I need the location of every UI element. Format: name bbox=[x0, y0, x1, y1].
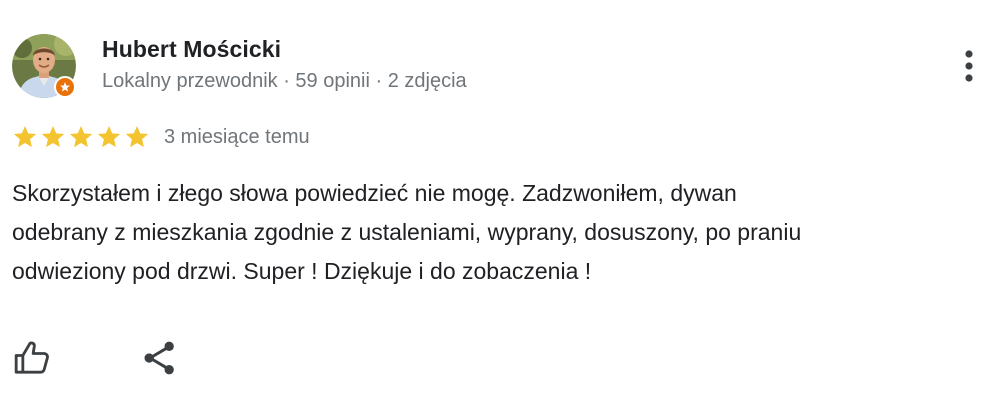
reviewer-avatar[interactable] bbox=[12, 34, 76, 98]
star-icon bbox=[125, 125, 149, 148]
rating-row: 3 miesiące temu bbox=[12, 123, 310, 151]
review-text-line: Skorzystałem i złego słowa powiedzieć ni… bbox=[12, 180, 737, 206]
reviewer-meta[interactable]: Lokalny przewodnik · 59 opinii · 2 zdjęc… bbox=[102, 70, 467, 93]
star-icon bbox=[97, 125, 121, 148]
share-icon bbox=[144, 341, 174, 375]
share-button[interactable] bbox=[138, 336, 182, 380]
reviewer-name[interactable]: Hubert Mościcki bbox=[102, 36, 281, 63]
like-button[interactable] bbox=[10, 336, 54, 380]
review-card: Hubert Mościcki Lokalny przewodnik · 59 … bbox=[0, 0, 1004, 406]
more-vertical-icon bbox=[965, 50, 973, 82]
local-guide-badge bbox=[54, 76, 76, 98]
review-date: 3 miesiące temu bbox=[164, 125, 310, 148]
star-rating bbox=[12, 124, 150, 150]
review-text-line: odwieziony pod drzwi. Super ! Dziękuje i… bbox=[12, 258, 592, 284]
review-text: Skorzystałem i złego słowa powiedzieć ni… bbox=[12, 174, 1002, 291]
star-icon bbox=[13, 125, 37, 148]
thumbs-up-icon bbox=[14, 341, 49, 374]
local-guide-star-icon bbox=[60, 82, 70, 92]
review-text-line: odebrany z mieszkania zgodnie z ustaleni… bbox=[12, 219, 802, 245]
more-options-button[interactable] bbox=[954, 46, 984, 86]
star-icon bbox=[69, 125, 93, 148]
star-icon bbox=[41, 125, 65, 148]
